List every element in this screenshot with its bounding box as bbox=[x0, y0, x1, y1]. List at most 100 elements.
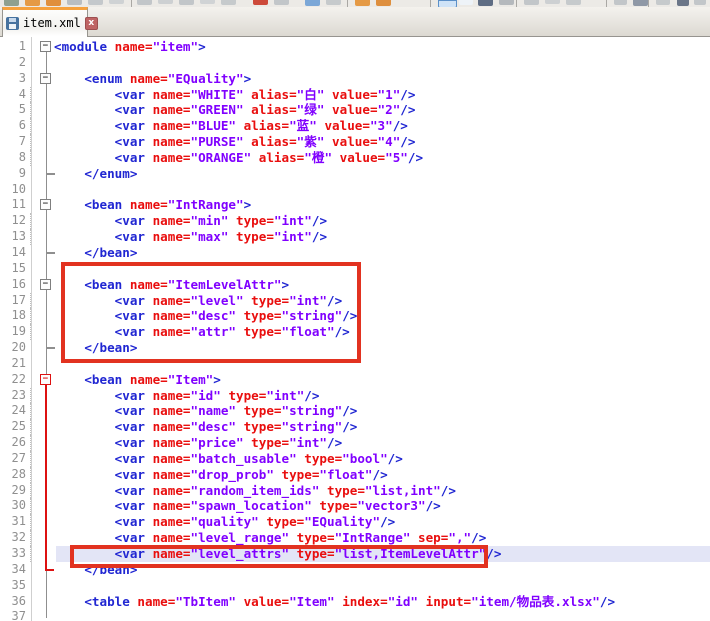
toolbar-icon-fragment[interactable] bbox=[694, 0, 706, 5]
code-text[interactable]: <var name="id" type="int"/> bbox=[54, 388, 319, 404]
code-token: type= bbox=[282, 467, 320, 482]
toolbar-icon-fragment[interactable] bbox=[545, 0, 560, 4]
code-line[interactable]: 6 <var name="BLUE" alias="蓝" value="3"/> bbox=[0, 118, 710, 134]
toolbar-icon-fragment[interactable] bbox=[524, 0, 539, 5]
code-text[interactable]: <var name="min" type="int"/> bbox=[54, 213, 327, 229]
code-line[interactable]: 1−<module name="item"> bbox=[0, 39, 710, 55]
toolbar-icon-fragment[interactable] bbox=[499, 0, 514, 5]
code-line[interactable]: 7 <var name="PURSE" alias="紫" value="4"/… bbox=[0, 134, 710, 150]
toolbar-icon-fragment[interactable] bbox=[376, 0, 391, 6]
code-line[interactable]: 26 <var name="price" type="int"/> bbox=[0, 435, 710, 451]
code-text[interactable]: <var name="name" type="string"/> bbox=[54, 403, 357, 419]
code-text[interactable]: <var name="ORANGE" alias="橙" value="5"/> bbox=[54, 150, 423, 166]
editor-pane[interactable]: 1−<module name="item">23− <enum name="EQ… bbox=[0, 37, 710, 621]
toolbar-icon-fragment[interactable] bbox=[478, 0, 493, 6]
code-text[interactable]: <var name="PURSE" alias="紫" value="4"/> bbox=[54, 134, 415, 150]
code-line[interactable]: 5 <var name="GREEN" alias="绿" value="2"/… bbox=[0, 102, 710, 118]
fold-collapse-icon[interactable]: − bbox=[40, 279, 51, 290]
code-line[interactable]: 13 <var name="max" type="int"/> bbox=[0, 229, 710, 245]
fold-collapse-icon[interactable]: − bbox=[40, 199, 51, 210]
indent-guide bbox=[30, 530, 31, 546]
code-line[interactable]: 23 <var name="id" type="int"/> bbox=[0, 388, 710, 404]
code-line[interactable]: 8 <var name="ORANGE" alias="橙" value="5"… bbox=[0, 150, 710, 166]
code-line[interactable]: 3− <enum name="EQuality"> bbox=[0, 71, 710, 87]
code-line[interactable]: 22− <bean name="Item"> bbox=[0, 372, 710, 388]
code-text[interactable]: <var name="BLUE" alias="蓝" value="3"/> bbox=[54, 118, 408, 134]
code-text[interactable]: <var name="WHITE" alias="白" value="1"/> bbox=[54, 87, 415, 103]
toolbar-icon-fragment[interactable] bbox=[274, 0, 289, 5]
toolbar-icon-fragment[interactable] bbox=[459, 0, 473, 5]
code-line[interactable]: 25 <var name="desc" type="string"/> bbox=[0, 419, 710, 435]
toolbar-icon-fragment[interactable] bbox=[326, 0, 341, 5]
code-line[interactable]: 28 <var name="drop_prob" type="float"/> bbox=[0, 467, 710, 483]
code-text[interactable]: </enum> bbox=[54, 166, 137, 182]
toolbar-icon-fragment[interactable] bbox=[221, 0, 236, 5]
code-text[interactable]: <var name="max" type="int"/> bbox=[54, 229, 327, 245]
toolbar-icon-fragment[interactable] bbox=[25, 0, 40, 6]
code-line[interactable]: 2 bbox=[0, 55, 710, 71]
tab-close-icon[interactable]: x bbox=[85, 17, 98, 30]
code-text[interactable]: <var name="quality" type="EQuality"/> bbox=[54, 514, 395, 530]
code-line[interactable]: 14 </bean> bbox=[0, 245, 710, 261]
code-line[interactable]: 9 </enum> bbox=[0, 166, 710, 182]
code-line[interactable]: 31 <var name="quality" type="EQuality"/> bbox=[0, 514, 710, 530]
code-text[interactable]: <var name="price" type="int"/> bbox=[54, 435, 342, 451]
code-text[interactable]: <enum name="EQuality"> bbox=[54, 71, 251, 87]
code-line[interactable]: 4 <var name="WHITE" alias="白" value="1"/… bbox=[0, 87, 710, 103]
toolbar-icon-fragment[interactable] bbox=[656, 0, 670, 5]
code-token: "IntRange" bbox=[335, 530, 411, 545]
code-line[interactable]: 32 <var name="level_range" type="IntRang… bbox=[0, 530, 710, 546]
line-number: 8 bbox=[0, 150, 26, 166]
code-token: "5" bbox=[385, 150, 408, 165]
code-text[interactable]: <table name="TbItem" value="Item" index=… bbox=[54, 594, 615, 610]
code-line[interactable]: 37 bbox=[0, 609, 710, 621]
code-text[interactable]: <bean name="IntRange"> bbox=[54, 197, 251, 213]
toolbar-icon-fragment[interactable] bbox=[253, 0, 268, 5]
code-text[interactable]: <module name="item"> bbox=[54, 39, 206, 55]
tab-item-xml[interactable]: item.xml x bbox=[2, 7, 88, 36]
code-text[interactable]: <var name="level_range" type="IntRange" … bbox=[54, 530, 486, 546]
code-line[interactable]: 35 bbox=[0, 578, 710, 594]
code-line[interactable]: 24 <var name="name" type="string"/> bbox=[0, 403, 710, 419]
toolbar-icon-fragment[interactable] bbox=[355, 0, 370, 6]
code-line[interactable]: 12 <var name="min" type="int"/> bbox=[0, 213, 710, 229]
toolbar-icon-fragment[interactable] bbox=[137, 0, 152, 5]
code-line[interactable]: 36 <table name="TbItem" value="Item" ind… bbox=[0, 594, 710, 610]
code-text[interactable]: <var name="spawn_location" type="vector3… bbox=[54, 498, 441, 514]
code-text[interactable]: <var name="GREEN" alias="绿" value="2"/> bbox=[54, 102, 415, 118]
code-token: name= bbox=[153, 451, 191, 466]
line-number: 11 bbox=[0, 197, 26, 213]
toolbar-icon-fragment[interactable] bbox=[109, 0, 124, 4]
toolbar-icon-fragment[interactable] bbox=[4, 0, 19, 6]
fold-collapse-icon[interactable]: − bbox=[40, 374, 51, 385]
toolbar-icon-fragment[interactable] bbox=[614, 0, 627, 5]
code-line[interactable]: 29 <var name="random_item_ids" type="lis… bbox=[0, 483, 710, 499]
line-number: 23 bbox=[0, 388, 26, 404]
toolbar-icon-fragment[interactable] bbox=[677, 0, 689, 6]
toolbar-icon-fragment[interactable] bbox=[88, 0, 103, 5]
toolbar-icon-fragment[interactable] bbox=[179, 0, 194, 5]
code-text[interactable]: <bean name="Item"> bbox=[54, 372, 221, 388]
code-line[interactable]: 30 <var name="spawn_location" type="vect… bbox=[0, 498, 710, 514]
code-text[interactable]: </bean> bbox=[54, 245, 137, 261]
code-token: name= bbox=[153, 514, 191, 529]
code-token bbox=[228, 213, 236, 228]
code-text[interactable]: <var name="random_item_ids" type="list,i… bbox=[54, 483, 456, 499]
code-line[interactable]: 10 bbox=[0, 182, 710, 198]
toolbar-icon-fragment[interactable] bbox=[305, 0, 320, 6]
code-line[interactable]: 11 − <bean name="IntRange"> bbox=[0, 197, 710, 213]
toolbar-icon-fragment[interactable] bbox=[566, 0, 581, 5]
code-token: alias= bbox=[251, 134, 297, 149]
toolbar-icon-fragment[interactable] bbox=[158, 0, 173, 4]
fold-collapse-icon[interactable]: − bbox=[40, 41, 51, 52]
toolbar-icon-fragment[interactable] bbox=[67, 0, 82, 5]
toolbar-icon-fragment[interactable] bbox=[633, 0, 648, 6]
fold-collapse-icon[interactable]: − bbox=[40, 73, 51, 84]
code-line[interactable]: 27 <var name="batch_usable" type="bool"/… bbox=[0, 451, 710, 467]
code-text[interactable]: <var name="drop_prob" type="float"/> bbox=[54, 467, 388, 483]
code-text[interactable]: <var name="batch_usable" type="bool"/> bbox=[54, 451, 403, 467]
toolbar-icon-fragment[interactable] bbox=[46, 0, 61, 6]
toolbar-icon-fragment[interactable] bbox=[200, 0, 215, 4]
code-token: <bean bbox=[54, 197, 130, 212]
code-text[interactable]: <var name="desc" type="string"/> bbox=[54, 419, 357, 435]
